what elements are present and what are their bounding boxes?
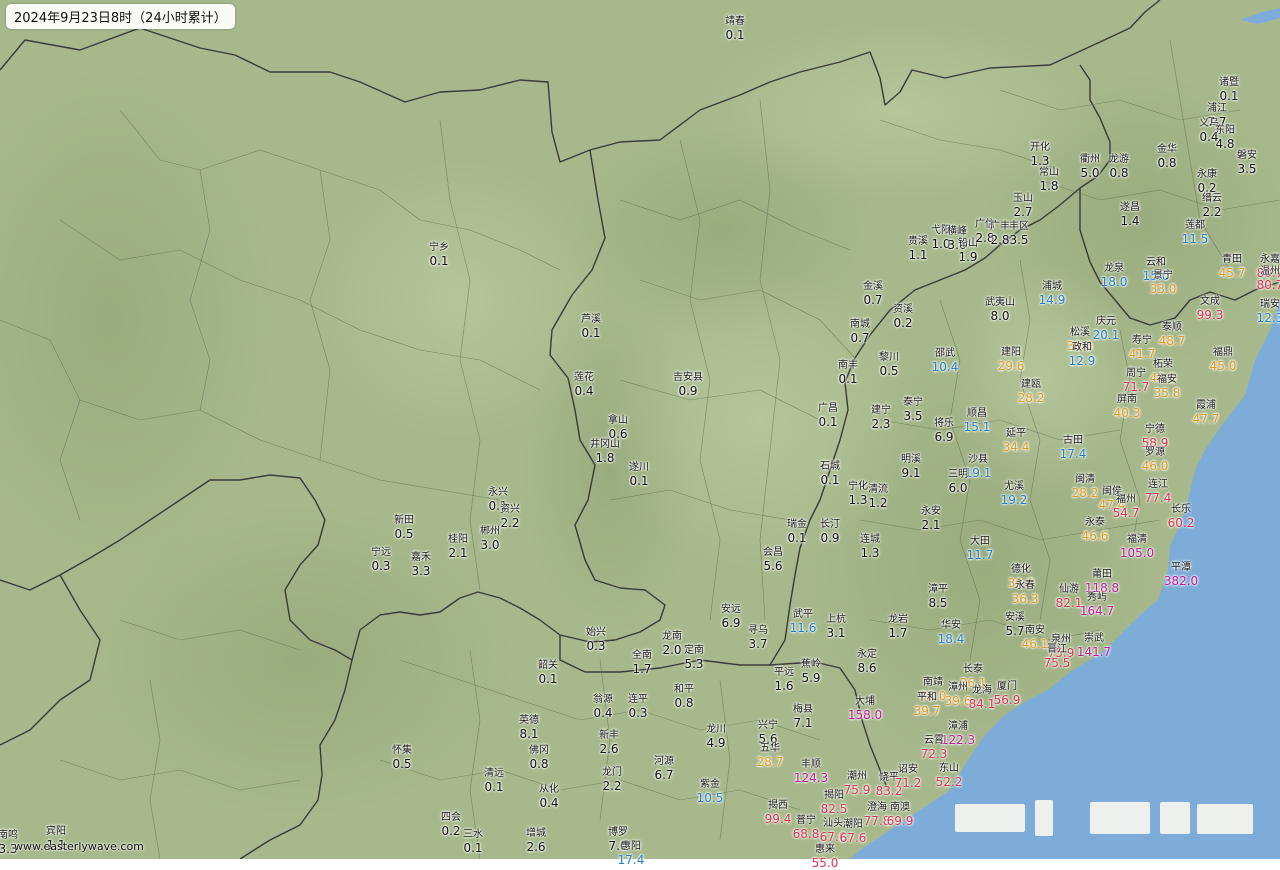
terrain-map: [0, 0, 1280, 859]
site-logo: [955, 798, 1255, 838]
watermark-url: www.easterlywave.com: [14, 840, 144, 853]
map-title: 2024年9月23日8时（24小时累计）: [6, 4, 235, 29]
